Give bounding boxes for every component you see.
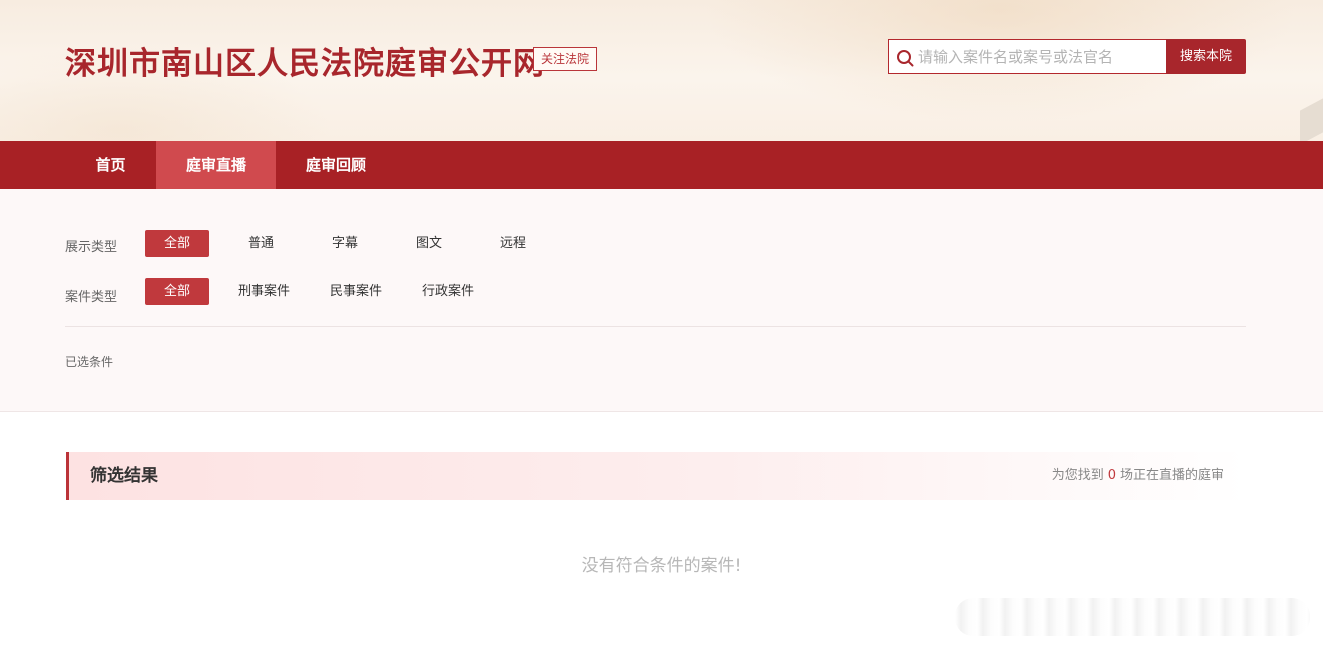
display-type-remote[interactable]: 远程 (481, 230, 545, 257)
nav-item-home[interactable]: 首页 (65, 141, 156, 189)
selected-conditions-label: 已选条件 (65, 355, 114, 369)
nav-item-live[interactable]: 庭审直播 (156, 141, 276, 189)
case-type-administrative[interactable]: 行政案件 (413, 278, 483, 305)
result-count-prefix: 为您找到 (1051, 468, 1104, 483)
result-count: 为您找到 0 场正在直播的庭审 (1052, 452, 1224, 500)
result-title: 筛选结果 (90, 466, 158, 486)
filter-divider (65, 326, 1246, 327)
site-title: 深圳市南山区人民法院庭审公开网 (65, 46, 545, 82)
site-header: 深圳市南山区人民法院庭审公开网 关注法院 搜索本院 (0, 0, 1323, 141)
result-count-number: 0 (1107, 468, 1116, 483)
case-type-criminal[interactable]: 刑事案件 (229, 278, 299, 305)
display-type-label: 展示类型 (65, 240, 118, 255)
display-type-graphic[interactable]: 图文 (397, 230, 461, 257)
search-input[interactable] (918, 40, 1163, 73)
search-button[interactable]: 搜索本院 (1166, 39, 1246, 74)
search-box (888, 39, 1167, 74)
result-header: 筛选结果 为您找到 0 场正在直播的庭审 (66, 452, 1247, 500)
result-count-suffix: 场正在直播的庭审 (1119, 468, 1224, 483)
nav-item-review[interactable]: 庭审回顾 (276, 141, 396, 189)
blurred-overlay (955, 598, 1310, 636)
display-type-subtitle[interactable]: 字幕 (313, 230, 377, 257)
display-type-normal[interactable]: 普通 (229, 230, 293, 257)
case-type-label: 案件类型 (65, 290, 118, 305)
search-icon (897, 50, 914, 67)
case-type-all[interactable]: 全部 (145, 278, 209, 305)
main-nav: 首页 庭审直播 庭审回顾 (0, 141, 1323, 189)
follow-court-button[interactable]: 关注法院 (533, 47, 597, 71)
empty-result-message: 没有符合条件的案件! (581, 556, 742, 576)
case-type-civil[interactable]: 民事案件 (321, 278, 391, 305)
display-type-all[interactable]: 全部 (145, 230, 209, 257)
filter-panel: 展示类型 全部 普通 字幕 图文 远程 案件类型 全部 刑事案件 民事案件 行政… (0, 189, 1323, 412)
